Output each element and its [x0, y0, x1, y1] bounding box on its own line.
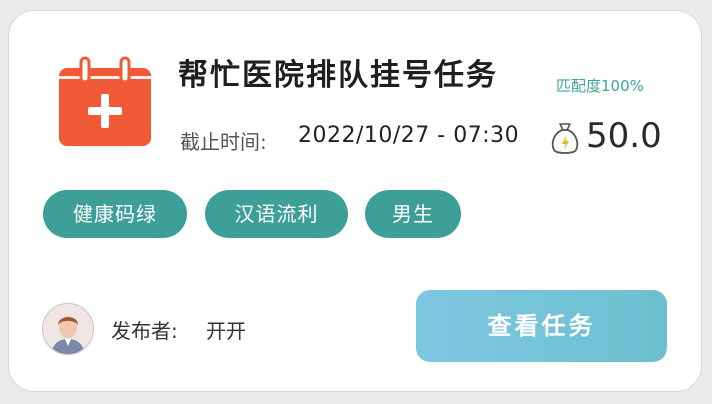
- publisher-label: 发布者:: [111, 319, 178, 343]
- tag-fluent-chinese: 汉语流利: [205, 190, 348, 238]
- deadline-value: 2022/10/27 - 07:30: [298, 123, 520, 148]
- reward-amount: 50.0: [586, 116, 662, 156]
- tag-male: 男生: [365, 190, 461, 238]
- publisher-name: 开开: [206, 319, 246, 343]
- user-avatar-icon: [43, 304, 93, 354]
- deadline-label: 截止时间:: [180, 130, 267, 154]
- view-task-button[interactable]: 查看任务: [416, 290, 667, 362]
- money-bag-icon: [551, 123, 579, 154]
- tag-health-code: 健康码绿: [43, 190, 187, 238]
- calendar-plus-icon: [59, 56, 151, 146]
- task-title: 帮忙医院排队挂号任务: [178, 58, 498, 93]
- user-avatar[interactable]: [42, 303, 94, 355]
- match-rate: 匹配度100%: [556, 77, 644, 95]
